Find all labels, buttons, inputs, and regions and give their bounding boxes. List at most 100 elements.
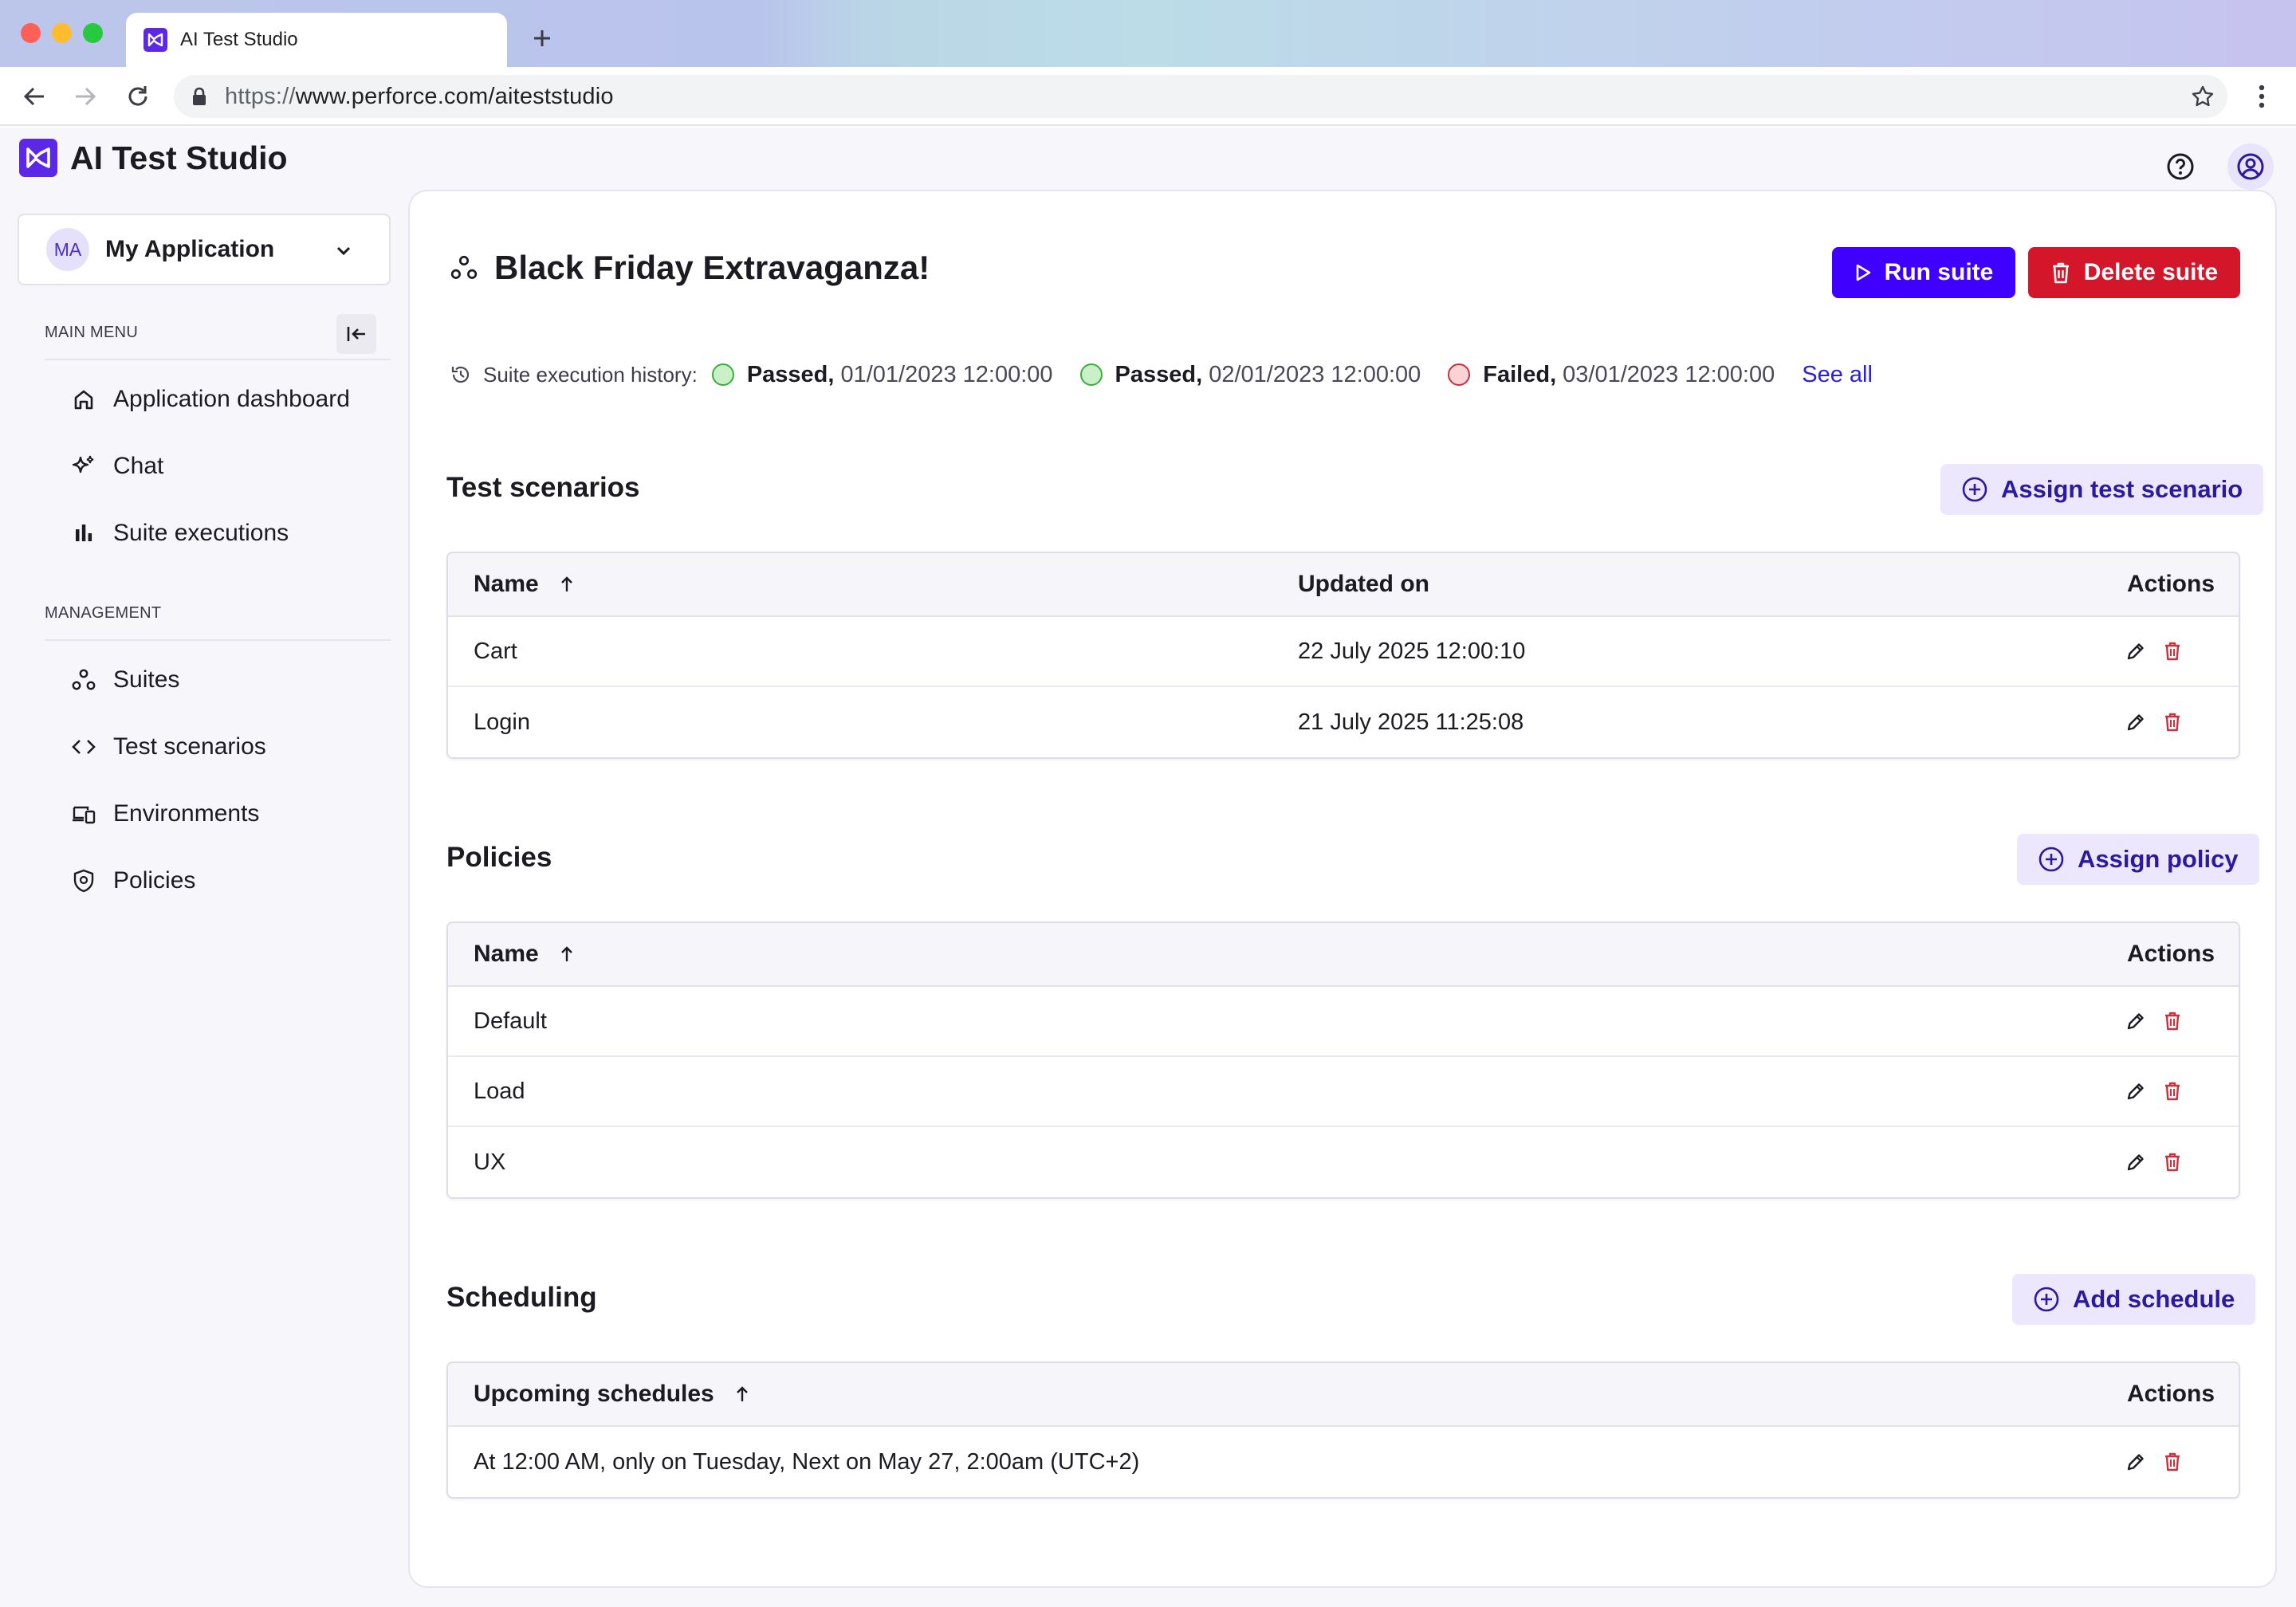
trash-icon[interactable]: [2164, 1081, 2181, 1102]
app-title: AI Test Studio: [70, 139, 288, 176]
app-logo-icon: [144, 28, 167, 52]
trash-icon[interactable]: [2164, 1152, 2181, 1173]
application-selector[interactable]: MA My Application: [18, 214, 391, 285]
see-all-link[interactable]: See all: [1802, 362, 1873, 388]
edit-pencil-icon[interactable]: [2125, 1011, 2146, 1031]
sidebar-item-label: Test scenarios: [113, 733, 266, 760]
column-header-label: Name: [474, 571, 539, 597]
application-selector-label: My Application: [105, 236, 275, 262]
trash-icon[interactable]: [2164, 641, 2181, 662]
edit-pencil-icon[interactable]: [2125, 712, 2146, 733]
trash-icon[interactable]: [2164, 712, 2181, 733]
divider: [45, 359, 391, 360]
edit-pencil-icon[interactable]: [2125, 1081, 2146, 1102]
new-tab-button[interactable]: [526, 22, 558, 54]
sidebar-item-label: Suite executions: [113, 520, 289, 546]
divider: [45, 639, 391, 641]
run-suite-label: Run suite: [1884, 259, 1994, 285]
brand[interactable]: AI Test Studio: [19, 139, 288, 177]
add-schedule-label: Add schedule: [2073, 1285, 2235, 1313]
close-window-button[interactable]: [21, 23, 41, 43]
trash-icon[interactable]: [2164, 1452, 2181, 1472]
status-failed-indicator: [1448, 363, 1471, 386]
browser-tab[interactable]: AI Test Studio: [126, 13, 507, 67]
sidebar-item-test-scenarios[interactable]: Test scenarios: [70, 729, 266, 765]
table-row[interactable]: Load: [448, 1057, 2239, 1127]
sort-ascending-icon[interactable]: [735, 1385, 749, 1404]
history-date: 03/01/2023 12:00:00: [1563, 361, 1775, 387]
delete-suite-button[interactable]: Delete suite: [2028, 247, 2240, 298]
table-row[interactable]: Cart 22 July 2025 12:00:10: [448, 617, 2239, 687]
sidebar-item-policies[interactable]: Policies: [70, 862, 195, 899]
history-status: Passed,: [746, 361, 835, 387]
column-header-label: Actions: [2127, 571, 2215, 597]
cell-updated: 21 July 2025 11:25:08: [1298, 709, 1524, 735]
column-header-name[interactable]: Name: [474, 923, 574, 985]
history-entry[interactable]: Passed, 01/01/2023 12:00:00: [711, 361, 1053, 388]
sidebar-item-label: Chat: [113, 453, 164, 479]
sidebar-item-label: Application dashboard: [113, 386, 350, 412]
shield-icon: [70, 867, 97, 894]
edit-pencil-icon[interactable]: [2125, 1152, 2146, 1173]
sidebar-item-suite-executions[interactable]: Suite executions: [70, 515, 289, 552]
browser-tab-title: AI Test Studio: [180, 29, 298, 50]
trash-icon[interactable]: [2164, 1011, 2181, 1031]
sort-ascending-icon[interactable]: [560, 945, 574, 964]
schedules-table: Upcoming schedules Actions At 12:00 AM, …: [446, 1361, 2240, 1499]
column-header-actions: Actions: [2127, 553, 2215, 615]
suites-icon: [70, 666, 97, 693]
status-passed-indicator: [711, 363, 734, 386]
table-row[interactable]: Login 21 July 2025 11:25:08: [448, 687, 2239, 757]
row-actions: [2125, 1427, 2181, 1497]
sidebar-item-suites[interactable]: Suites: [70, 662, 179, 698]
assign-test-scenario-label: Assign test scenario: [2001, 475, 2243, 503]
table-row[interactable]: At 12:00 AM, only on Tuesday, Next on Ma…: [448, 1427, 2239, 1497]
column-header-name[interactable]: Name: [474, 553, 574, 615]
suites-icon: [450, 253, 478, 282]
app-avatar: MA: [46, 228, 89, 271]
forward-button[interactable]: [69, 80, 102, 113]
sidebar-item-chat[interactable]: Chat: [70, 448, 163, 485]
assign-test-scenario-button[interactable]: Assign test scenario: [1940, 464, 2264, 515]
help-button[interactable]: [2157, 143, 2204, 190]
url-text: www.perforce.com/aiteststudio: [295, 83, 614, 109]
history-icon: [450, 363, 472, 386]
column-header-upcoming-schedules[interactable]: Upcoming schedules: [474, 1363, 749, 1425]
minimize-window-button[interactable]: [52, 23, 72, 43]
table-header: Upcoming schedules Actions: [448, 1363, 2239, 1427]
edit-pencil-icon[interactable]: [2125, 1452, 2146, 1472]
zoom-window-button[interactable]: [83, 23, 103, 43]
browser-menu-button[interactable]: [2245, 80, 2278, 113]
sort-ascending-icon[interactable]: [560, 575, 574, 594]
sparkle-icon: [70, 453, 97, 480]
history-entry[interactable]: Passed, 02/01/2023 12:00:00: [1079, 362, 1421, 388]
sidebar-item-label: Suites: [113, 666, 180, 693]
plus-circle-icon: [1961, 476, 1988, 503]
edit-pencil-icon[interactable]: [2125, 641, 2146, 662]
run-suite-button[interactable]: Run suite: [1832, 247, 2015, 298]
column-header-updated[interactable]: Updated on: [1298, 553, 1429, 615]
url-field[interactable]: https://www.perforce.com/aiteststudio: [174, 75, 2227, 118]
reload-icon: [125, 84, 151, 109]
assign-policy-button[interactable]: Assign policy: [2017, 834, 2259, 885]
account-button[interactable]: [2227, 143, 2274, 190]
column-header-label: Updated on: [1298, 571, 1429, 597]
suite-execution-history: Suite execution history: Passed, 01/01/2…: [450, 357, 1873, 392]
sidebar-item-label: Policies: [113, 867, 196, 894]
test-scenarios-heading: Test scenarios: [446, 472, 640, 503]
table-row[interactable]: UX: [448, 1127, 2239, 1197]
reload-button[interactable]: [121, 80, 155, 113]
sidebar-item-application-dashboard[interactable]: Application dashboard: [70, 381, 350, 418]
column-header-label: Actions: [2127, 941, 2215, 967]
table-row[interactable]: Default: [448, 987, 2239, 1057]
collapse-left-icon: [344, 322, 368, 346]
app-logo-icon: [19, 139, 57, 177]
bookmark-star-icon[interactable]: [2191, 84, 2215, 108]
add-schedule-button[interactable]: Add schedule: [2012, 1274, 2256, 1325]
collapse-sidebar-button[interactable]: [336, 314, 376, 354]
history-entry[interactable]: Failed, 03/01/2023 12:00:00: [1448, 362, 1775, 388]
cell-name: Load: [474, 1078, 525, 1104]
back-button[interactable]: [18, 80, 51, 113]
sidebar-item-environments[interactable]: Environments: [70, 796, 259, 832]
kebab-menu-icon: [2258, 84, 2266, 109]
